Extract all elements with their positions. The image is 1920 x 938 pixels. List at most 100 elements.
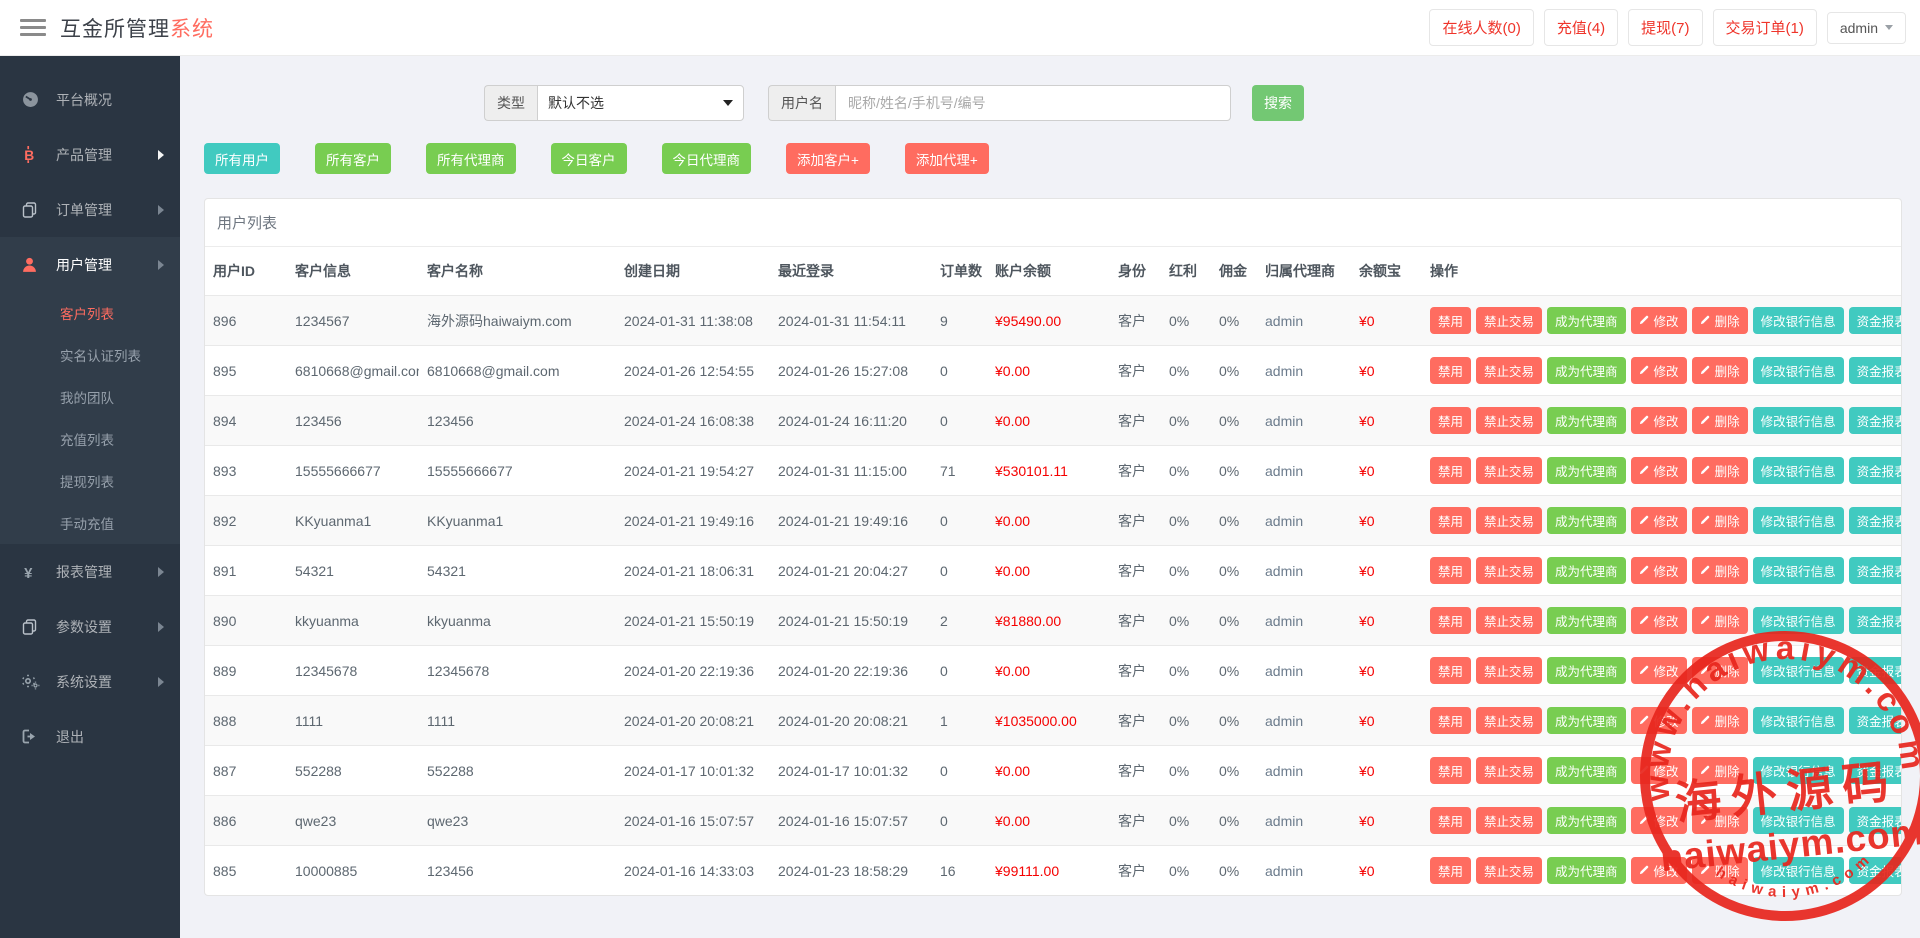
ban-trade-button[interactable]: 禁止交易	[1476, 357, 1543, 384]
withdraw-button[interactable]: 提现(7)	[1628, 9, 1703, 46]
edit-button[interactable]: 修改	[1630, 457, 1687, 484]
ban-trade-button[interactable]: 禁止交易	[1476, 507, 1543, 534]
fund-report-button[interactable]: 资金报表	[1848, 657, 1901, 684]
disable-button[interactable]: 禁用	[1430, 807, 1472, 834]
edit-button[interactable]: 修改	[1630, 307, 1687, 334]
edit-bank-info-button[interactable]: 修改银行信息	[1752, 657, 1844, 684]
delete-button[interactable]: 删除	[1691, 507, 1748, 534]
disable-button[interactable]: 禁用	[1430, 757, 1472, 784]
ban-trade-button[interactable]: 禁止交易	[1476, 407, 1543, 434]
all-users-button[interactable]: 所有用户	[204, 143, 280, 174]
online-users-button[interactable]: 在线人数(0)	[1429, 9, 1534, 46]
edit-button[interactable]: 修改	[1630, 507, 1687, 534]
fund-report-button[interactable]: 资金报表	[1848, 557, 1901, 584]
ban-trade-button[interactable]: 禁止交易	[1476, 707, 1543, 734]
sidebar-item-system-settings[interactable]: 系统设置	[0, 654, 180, 709]
edit-bank-info-button[interactable]: 修改银行信息	[1752, 857, 1844, 884]
edit-bank-info-button[interactable]: 修改银行信息	[1752, 407, 1844, 434]
delete-button[interactable]: 删除	[1691, 457, 1748, 484]
today-customers-button[interactable]: 今日客户	[550, 143, 627, 174]
disable-button[interactable]: 禁用	[1430, 857, 1472, 884]
make-agent-button[interactable]: 成为代理商	[1547, 557, 1626, 584]
edit-button[interactable]: 修改	[1630, 557, 1687, 584]
make-agent-button[interactable]: 成为代理商	[1547, 607, 1626, 634]
fund-report-button[interactable]: 资金报表	[1848, 857, 1901, 884]
sidebar-subitem-customer-list[interactable]: 客户列表	[0, 292, 180, 334]
ban-trade-button[interactable]: 禁止交易	[1476, 807, 1543, 834]
add-customer-button[interactable]: 添加客户+	[786, 143, 870, 174]
delete-button[interactable]: 删除	[1691, 857, 1748, 884]
ban-trade-button[interactable]: 禁止交易	[1476, 307, 1543, 334]
username-input[interactable]	[835, 85, 1231, 121]
disable-button[interactable]: 禁用	[1430, 357, 1472, 384]
ban-trade-button[interactable]: 禁止交易	[1476, 457, 1543, 484]
delete-button[interactable]: 删除	[1691, 707, 1748, 734]
fund-report-button[interactable]: 资金报表	[1848, 357, 1901, 384]
delete-button[interactable]: 删除	[1691, 407, 1748, 434]
edit-button[interactable]: 修改	[1630, 607, 1687, 634]
sidebar-item-order-management[interactable]: 订单管理	[0, 182, 180, 237]
sidebar-subitem-realname-verify-list[interactable]: 实名认证列表	[0, 334, 180, 376]
make-agent-button[interactable]: 成为代理商	[1547, 457, 1626, 484]
edit-button[interactable]: 修改	[1630, 407, 1687, 434]
edit-button[interactable]: 修改	[1630, 807, 1687, 834]
add-agent-button[interactable]: 添加代理+	[904, 143, 989, 174]
make-agent-button[interactable]: 成为代理商	[1547, 707, 1626, 734]
sidebar-item-platform-overview[interactable]: 平台概况	[0, 72, 180, 127]
edit-button[interactable]: 修改	[1630, 757, 1687, 784]
ban-trade-button[interactable]: 禁止交易	[1476, 557, 1543, 584]
sidebar-subitem-recharge-list[interactable]: 充值列表	[0, 418, 180, 460]
delete-button[interactable]: 删除	[1691, 657, 1748, 684]
fund-report-button[interactable]: 资金报表	[1848, 707, 1901, 734]
type-select[interactable]: 默认不选	[537, 85, 744, 121]
hamburger-menu-icon[interactable]	[20, 15, 46, 40]
edit-bank-info-button[interactable]: 修改银行信息	[1752, 557, 1844, 584]
sidebar-subitem-manual-recharge[interactable]: 手动充值	[0, 502, 180, 544]
make-agent-button[interactable]: 成为代理商	[1547, 407, 1626, 434]
sidebar-item-logout[interactable]: 退出	[0, 709, 180, 764]
today-agents-button[interactable]: 今日代理商	[661, 143, 751, 174]
sidebar-item-user-management[interactable]: 用户管理	[0, 237, 180, 292]
sidebar-subitem-withdraw-list[interactable]: 提现列表	[0, 460, 180, 502]
make-agent-button[interactable]: 成为代理商	[1547, 757, 1626, 784]
make-agent-button[interactable]: 成为代理商	[1547, 507, 1626, 534]
disable-button[interactable]: 禁用	[1430, 407, 1472, 434]
delete-button[interactable]: 删除	[1691, 357, 1748, 384]
admin-user-menu[interactable]: admin	[1826, 11, 1906, 44]
ban-trade-button[interactable]: 禁止交易	[1476, 857, 1543, 884]
disable-button[interactable]: 禁用	[1430, 507, 1472, 534]
make-agent-button[interactable]: 成为代理商	[1547, 357, 1626, 384]
delete-button[interactable]: 删除	[1691, 607, 1748, 634]
ban-trade-button[interactable]: 禁止交易	[1476, 657, 1543, 684]
sidebar-item-product-management[interactable]: B 产品管理	[0, 127, 180, 182]
edit-button[interactable]: 修改	[1630, 707, 1687, 734]
fund-report-button[interactable]: 资金报表	[1848, 457, 1901, 484]
edit-bank-info-button[interactable]: 修改银行信息	[1752, 307, 1844, 334]
fund-report-button[interactable]: 资金报表	[1848, 807, 1901, 834]
make-agent-button[interactable]: 成为代理商	[1547, 657, 1626, 684]
make-agent-button[interactable]: 成为代理商	[1547, 807, 1626, 834]
fund-report-button[interactable]: 资金报表	[1848, 407, 1901, 434]
edit-bank-info-button[interactable]: 修改银行信息	[1752, 807, 1844, 834]
disable-button[interactable]: 禁用	[1430, 707, 1472, 734]
edit-button[interactable]: 修改	[1630, 857, 1687, 884]
disable-button[interactable]: 禁用	[1430, 457, 1472, 484]
edit-bank-info-button[interactable]: 修改银行信息	[1752, 457, 1844, 484]
disable-button[interactable]: 禁用	[1430, 657, 1472, 684]
ban-trade-button[interactable]: 禁止交易	[1476, 607, 1543, 634]
ban-trade-button[interactable]: 禁止交易	[1476, 757, 1543, 784]
sidebar-subitem-my-team[interactable]: 我的团队	[0, 376, 180, 418]
delete-button[interactable]: 删除	[1691, 307, 1748, 334]
search-button[interactable]: 搜索	[1252, 85, 1304, 121]
trade-orders-button[interactable]: 交易订单(1)	[1712, 9, 1817, 46]
disable-button[interactable]: 禁用	[1430, 557, 1472, 584]
edit-button[interactable]: 修改	[1630, 657, 1687, 684]
edit-bank-info-button[interactable]: 修改银行信息	[1752, 757, 1844, 784]
make-agent-button[interactable]: 成为代理商	[1547, 307, 1626, 334]
all-customers-button[interactable]: 所有客户	[315, 143, 391, 174]
disable-button[interactable]: 禁用	[1430, 307, 1472, 334]
all-agents-button[interactable]: 所有代理商	[426, 143, 516, 174]
sidebar-item-parameter-settings[interactable]: 参数设置	[0, 599, 180, 654]
disable-button[interactable]: 禁用	[1430, 607, 1472, 634]
fund-report-button[interactable]: 资金报表	[1848, 307, 1901, 334]
